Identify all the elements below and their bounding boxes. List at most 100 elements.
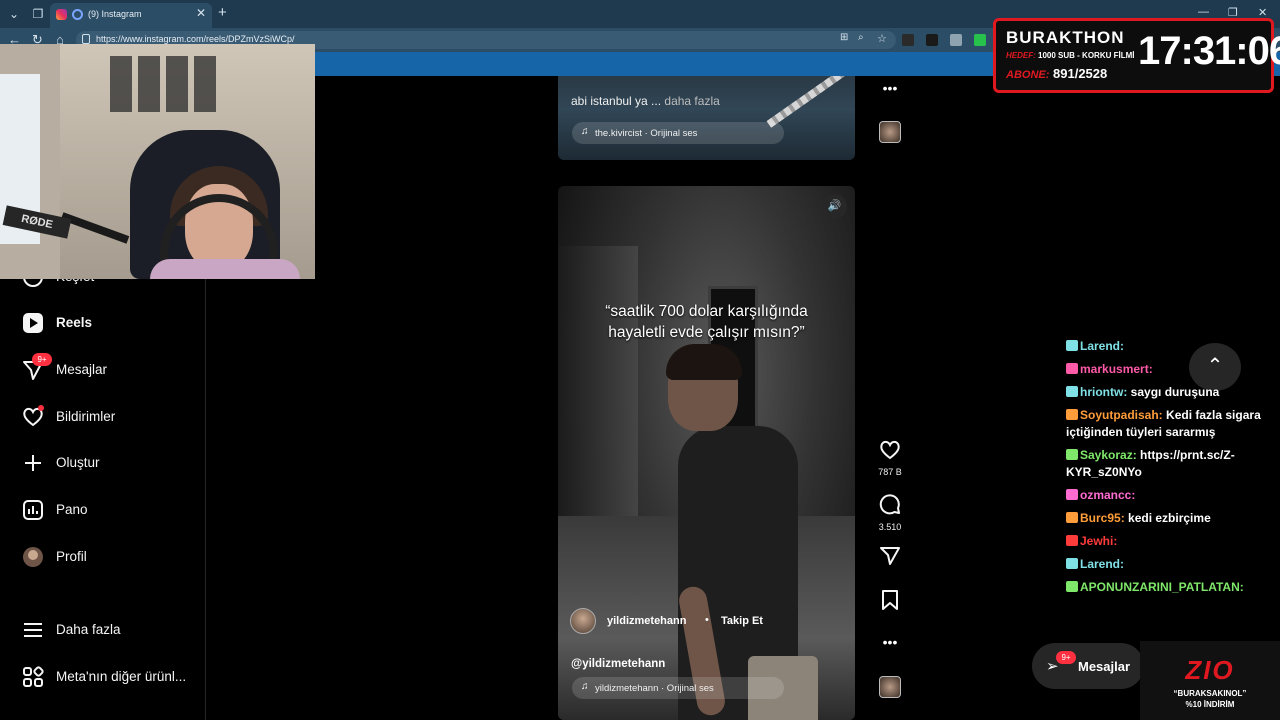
chat-badge-icon	[1066, 386, 1078, 397]
timer-title: BURAKTHON	[1006, 28, 1125, 47]
favorite-star-icon[interactable]: ☆	[877, 32, 887, 45]
volume-icon[interactable]: 🔊	[822, 194, 847, 219]
streamer-webcam: RØDE	[0, 44, 315, 279]
minimize-icon[interactable]: —	[1198, 6, 1209, 18]
timer-subs: ABONE: 891/2528	[1006, 66, 1107, 81]
share-icon	[880, 547, 900, 565]
workspaces-icon[interactable]: ❐	[28, 4, 48, 24]
more-options-icon[interactable]: •••	[870, 80, 910, 96]
comment-count: 3.510	[878, 522, 902, 532]
save-button[interactable]	[870, 590, 910, 615]
browser-tab-instagram[interactable]: (9) Instagram ✕	[50, 3, 212, 28]
sidebar-item-label: Profil	[56, 549, 87, 564]
sponsor-logo: ZIO	[1185, 655, 1235, 685]
messages-badge: 9+	[32, 353, 52, 366]
extension-2-icon[interactable]	[926, 34, 938, 46]
plus-icon	[25, 455, 41, 471]
webcam-photo-frames	[110, 56, 220, 112]
new-tab-icon[interactable]: +	[218, 4, 227, 21]
subs-label: ABONE:	[1006, 69, 1050, 81]
split-view-icon[interactable]: ⊞	[840, 32, 848, 43]
like-button[interactable]: 787 B	[870, 440, 910, 477]
goal-label: HEDEF:	[1006, 51, 1036, 60]
chat-username: Burc95:	[1080, 511, 1125, 525]
chat-username: Larend:	[1080, 557, 1125, 571]
audio-pill[interactable]: ♫ the.kivircist · Orijinal ses	[572, 122, 784, 144]
goal-text: 1000 SUB - KORKU FİLMİ	[1038, 51, 1135, 60]
sponsor-overlay: ZIO “BURAKSAKINOL” %10 İNDİRİM	[1140, 641, 1280, 720]
chat-username: markusmert:	[1080, 362, 1153, 376]
stream-chat-overlay: Larend: markusmert: hriontw: saygı duruş…	[1066, 338, 1278, 602]
tab-title: (9) Instagram	[88, 9, 142, 19]
tab-media-icon	[72, 9, 83, 20]
tab-close-icon[interactable]: ✕	[196, 6, 206, 20]
chat-message: Burc95: kedi ezbirçime	[1066, 510, 1278, 527]
chat-badge-icon	[1066, 581, 1078, 592]
separator-dot: •	[705, 614, 709, 626]
audio-pill[interactable]: ♫ yildizmetehann · Orijinal ses	[572, 677, 784, 699]
sponsor-discount: %10 İNDİRİM	[1185, 700, 1235, 709]
avatar	[23, 547, 43, 567]
extension-4-icon[interactable]	[974, 34, 986, 46]
messages-badge: 9+	[1056, 651, 1076, 664]
audio-text: yildizmetehann · Orijinal ses	[595, 683, 714, 694]
chat-message: Jewhi:	[1066, 533, 1278, 550]
messages-pill-button[interactable]: ➢ 9+ Mesajlar	[1032, 643, 1144, 689]
chat-message: ozmancc:	[1066, 487, 1278, 504]
reels-icon	[23, 313, 43, 333]
current-reel-video[interactable]: 🔊 “saatlik 700 dolar karşılığında hayale…	[558, 186, 855, 720]
reel-caption[interactable]: abi istanbul ya ... daha fazla	[571, 94, 720, 108]
chat-badge-icon	[1066, 340, 1078, 351]
extension-1-icon[interactable]	[902, 34, 914, 46]
music-note-icon: ♫	[581, 681, 589, 692]
audio-text: the.kivircist · Orijinal ses	[595, 128, 698, 139]
chat-message: Larend:	[1066, 338, 1278, 355]
chat-message: Soyutpadisah: Kedi fazla sigara içtiğind…	[1066, 407, 1278, 441]
author-username[interactable]: yildizmetehann	[607, 615, 686, 627]
comment-button[interactable]: 3.510	[870, 493, 910, 532]
caption-text: abi istanbul ya ...	[571, 94, 662, 108]
chat-text: saygı duruşuna	[1130, 385, 1220, 399]
caption-more-link[interactable]: daha fazla	[664, 94, 719, 108]
chat-username: Larend:	[1080, 339, 1125, 353]
extension-3-icon[interactable]	[950, 34, 962, 46]
reel-caption[interactable]: @yildizmetehann	[571, 658, 665, 670]
sidebar-item-label: Meta'nın diğer ürünl...	[56, 669, 187, 684]
sidebar-item-label: Reels	[56, 315, 93, 330]
sidebar-item-label: Oluştur	[56, 455, 100, 470]
reel-author-row: yildizmetehann • Takip Et	[570, 608, 840, 634]
chat-badge-icon	[1066, 558, 1078, 569]
menu-icon	[24, 623, 42, 637]
chat-badge-icon	[1066, 489, 1078, 500]
chat-username: ozmancc:	[1080, 488, 1136, 502]
tab-list-icon[interactable]: ⌄	[4, 4, 24, 24]
url-text: https://www.instagram.com/reels/DPZmVzSi…	[96, 34, 295, 44]
chat-username: Jewhi:	[1080, 534, 1118, 548]
heart-icon	[880, 440, 900, 460]
previous-reel[interactable]: abi istanbul ya ... daha fazla ♫ the.kiv…	[558, 76, 855, 160]
messages-pill-label: Mesajlar	[1078, 659, 1131, 674]
follow-button[interactable]: Takip Et	[721, 615, 763, 627]
reel-rope-image	[766, 76, 855, 128]
chat-username: hriontw:	[1080, 385, 1128, 399]
bookmark-icon	[882, 590, 898, 610]
chat-username: Saykoraz:	[1080, 448, 1137, 462]
chat-message: hriontw: saygı duruşuna	[1066, 384, 1278, 401]
audio-thumbnail[interactable]	[879, 121, 901, 143]
chat-message: markusmert:	[1066, 361, 1278, 378]
chat-badge-icon	[1066, 409, 1078, 420]
sidebar-item-label: Pano	[56, 502, 88, 517]
chat-username: APONUNZARINI_PATLATAN:	[1080, 580, 1244, 594]
audio-thumbnail[interactable]	[879, 676, 901, 698]
chat-text: kedi ezbirçime	[1128, 511, 1211, 525]
comment-icon	[879, 494, 900, 515]
webcam-shirt	[150, 259, 300, 279]
sponsor-code: “BURAKSAKINOL”	[1173, 689, 1247, 698]
chat-badge-icon	[1066, 535, 1078, 546]
zoom-icon[interactable]: ⌕	[858, 32, 864, 43]
sidebar-item-label: Daha fazla	[56, 622, 121, 637]
avatar[interactable]	[570, 608, 596, 634]
share-button[interactable]	[870, 546, 910, 571]
more-options-icon[interactable]: •••	[870, 634, 910, 650]
dashboard-icon	[23, 500, 43, 520]
